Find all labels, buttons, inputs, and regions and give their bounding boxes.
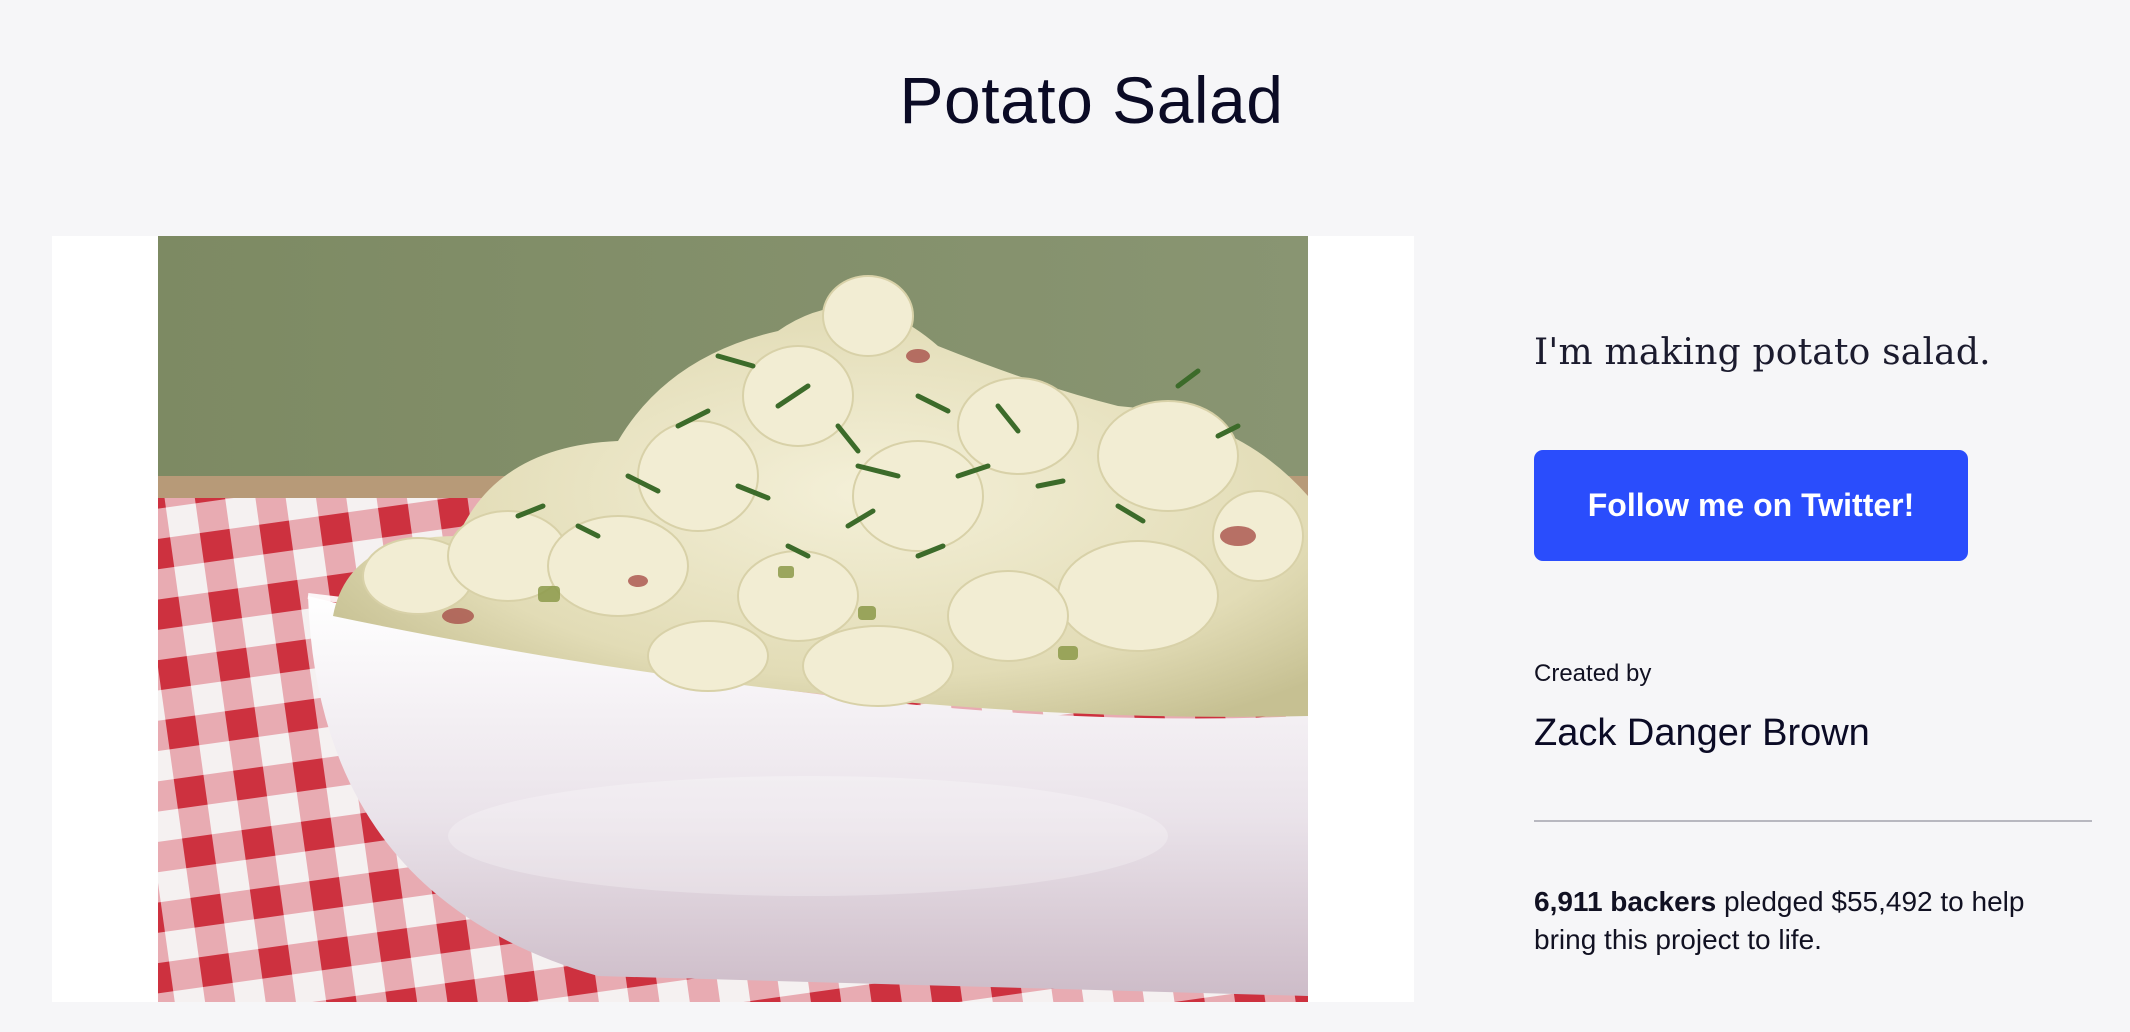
- creator-name: Zack Danger Brown: [1534, 712, 1870, 754]
- potato-salad-photo: [158, 236, 1308, 1002]
- created-by-label: Created by: [1534, 660, 1652, 687]
- divider: [1534, 820, 2092, 822]
- project-media: [52, 236, 1414, 1002]
- project-blurb: I'm making potato salad.: [1534, 332, 1991, 373]
- photo-illustration: [158, 236, 1308, 1002]
- funding-stats: 6,911 backers pledged $55,492 to help br…: [1534, 883, 2074, 959]
- page-title: Potato Salad: [899, 63, 1284, 138]
- backers-count: 6,911 backers: [1534, 886, 1717, 917]
- follow-twitter-button[interactable]: Follow me on Twitter!: [1534, 450, 1968, 561]
